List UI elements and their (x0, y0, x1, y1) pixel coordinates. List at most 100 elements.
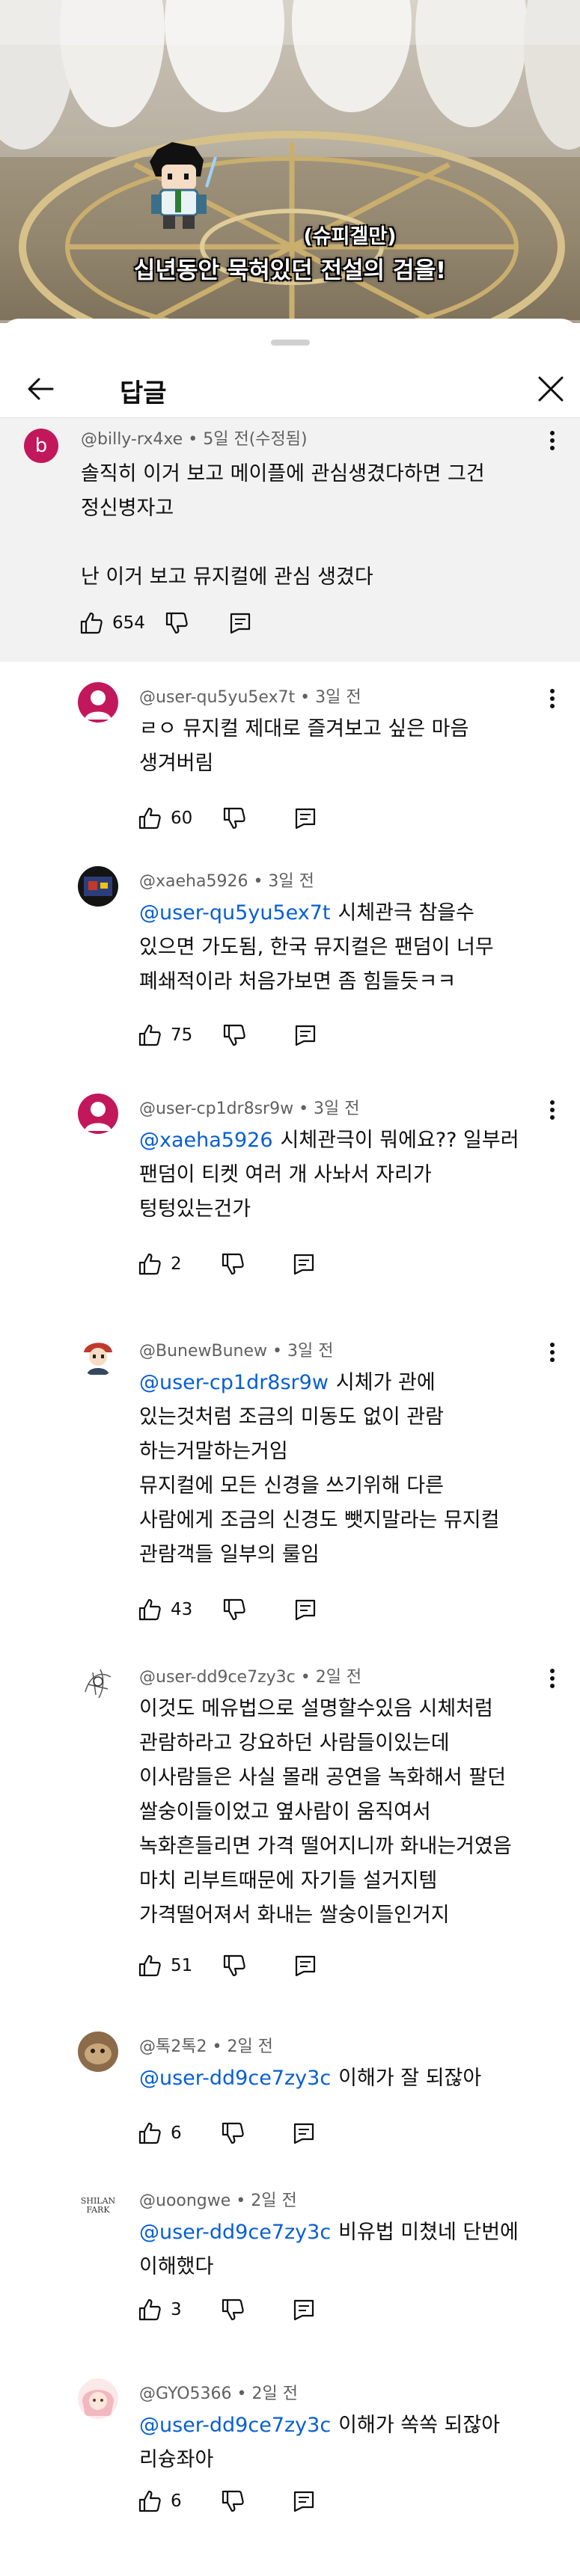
more-options-button[interactable] (539, 427, 566, 454)
avatar[interactable] (78, 1094, 118, 1134)
comment-author[interactable]: @uoongwe (139, 2192, 231, 2210)
reply-icon (296, 1025, 316, 1046)
thumbs-down-icon (222, 2122, 244, 2144)
back-button[interactable] (22, 371, 58, 407)
avatar[interactable] (78, 682, 118, 723)
reply-button[interactable] (294, 1020, 317, 1050)
comment-author[interactable]: @user-dd9ce7zy3c (139, 1668, 296, 1687)
comment-meta: @uoongwe • 2일 전 (139, 2192, 297, 2210)
dislike-button[interactable] (221, 2486, 245, 2516)
comment-author[interactable]: @BunewBunew (139, 1342, 267, 1361)
comment-line: 생겨버림 (139, 752, 214, 775)
comment-meta: @billy-rx4xe • 5일 전(수정됨) (81, 426, 308, 450)
mention-link[interactable]: @user-dd9ce7zy3c (139, 2067, 331, 2090)
dislike-button[interactable] (222, 1595, 246, 1625)
avatar[interactable] (78, 1662, 118, 1702)
avatar[interactable]: b (24, 429, 58, 463)
reply-button[interactable] (229, 608, 251, 638)
comment-line: 쌀숭이들이었고 옆사람이 움직여서 (139, 1800, 431, 1824)
avatar[interactable] (78, 866, 118, 907)
like-button[interactable]: 43 (138, 1595, 192, 1625)
comment-line: 마치 리부트때문에 자기들 설거지템 (139, 1869, 438, 1892)
video-player[interactable]: (슈피겔만) 십년동안 묵혀있던 전설의 검을! (0, 0, 580, 323)
reply-button[interactable] (294, 1595, 317, 1625)
like-button[interactable]: 3 (138, 2295, 182, 2325)
comment-line: @xaeha5926 시체관극이 뭐에요?? 일부러 (139, 1123, 549, 1158)
like-count: 75 (171, 1025, 193, 1045)
reply-button[interactable] (293, 1249, 315, 1279)
comment-author[interactable]: @user-cp1dr8sr9w (139, 1100, 293, 1118)
comment-line: @user-dd9ce7zy3c 이해가 잘 되잖아 (139, 2061, 549, 2096)
comment-line: 관람하라고 강요하던 사람들이있는데 (139, 1732, 450, 1755)
more-options-button[interactable] (539, 1097, 566, 1123)
avatar[interactable]: SHILAN FARK (78, 2186, 118, 2226)
comment-line: 이해했다 (139, 2255, 214, 2278)
more-options-button[interactable] (539, 1665, 566, 1692)
comment-author[interactable]: @GYO5366 (139, 2385, 232, 2403)
comment-time: 2일 전 (251, 2192, 297, 2210)
comment-meta: @user-cp1dr8sr9w • 3일 전 (139, 1100, 360, 1118)
comment-author[interactable]: @xaeha5926 (139, 872, 248, 891)
comment-actions: 3 (138, 2295, 315, 2325)
dislike-button[interactable] (222, 1951, 246, 1981)
comment-line: 폐쇄적이라 처음가보면 좀 힘들듯ㅋㅋ (139, 970, 457, 993)
comment-line: 있으면 가도됨, 한국 뮤지컬은 팬덤이 너무 (139, 936, 494, 959)
reply-icon (296, 1599, 316, 1621)
comment-author[interactable]: @톡2톡2 (139, 2037, 207, 2056)
comment-time: 2일 전 (315, 1668, 362, 1687)
reply-button[interactable] (294, 803, 317, 833)
reply-button[interactable] (293, 2118, 315, 2148)
avatar[interactable] (78, 1336, 118, 1376)
dislike-button[interactable] (221, 2118, 245, 2148)
mention-link[interactable]: @xaeha5926 (139, 1129, 273, 1152)
reply-button[interactable] (293, 2295, 315, 2325)
like-button[interactable]: 75 (138, 1020, 192, 1050)
dislike-button[interactable] (221, 2295, 245, 2325)
like-button[interactable]: 6 (138, 2486, 182, 2516)
more-options-button[interactable] (539, 685, 566, 712)
like-button[interactable]: 51 (138, 1951, 192, 1981)
dislike-button[interactable] (222, 1020, 246, 1050)
comment-line: 솔직히 이거 보고 메이플에 관심생겼다하면 그건 (81, 462, 485, 485)
close-button[interactable] (533, 371, 569, 407)
default-avatar-icon (78, 1094, 118, 1134)
thumbs-down-icon (224, 1598, 245, 1621)
like-count: 3 (171, 2300, 182, 2319)
avatar[interactable] (78, 2379, 118, 2419)
like-button[interactable]: 2 (138, 1249, 182, 1279)
reply-icon (296, 1955, 316, 1977)
dislike-button[interactable] (221, 1249, 245, 1279)
like-button[interactable]: 654 (79, 608, 145, 638)
sketch-avatar-icon (78, 1662, 118, 1702)
more-options-button[interactable] (539, 1339, 566, 1366)
reply-comment: @xaeha5926 • 3일 전 @user-qu5yu5ex7t 시체관극 참… (0, 866, 580, 1080)
mention-link[interactable]: @user-dd9ce7zy3c (139, 2414, 331, 2437)
reply-icon (293, 2123, 314, 2144)
mention-link[interactable]: @user-dd9ce7zy3c (139, 2221, 331, 2244)
comment-line: 관람객들 일부의 룰임 (139, 1543, 320, 1566)
like-button[interactable]: 60 (138, 803, 192, 833)
avatar[interactable] (78, 2031, 118, 2072)
dislike-button[interactable] (222, 803, 246, 833)
comment-line: 이것도 메유법으로 설명할수있음 시체처럼 (139, 1697, 493, 1720)
comment-author[interactable]: @user-qu5yu5ex7t (139, 688, 295, 707)
drag-handle[interactable] (271, 340, 310, 346)
comment-line: 가격떨어져서 화내는 쌀숭이들인거지 (139, 1904, 450, 1927)
reply-icon (293, 2299, 314, 2321)
comment-line: @user-cp1dr8sr9w 시체가 관에 (139, 1366, 549, 1400)
reply-button[interactable] (294, 1951, 317, 1981)
comment-meta: @GYO5366 • 2일 전 (139, 2385, 298, 2403)
mention-link[interactable]: @user-qu5yu5ex7t (139, 901, 331, 924)
like-button[interactable]: 6 (138, 2118, 182, 2148)
back-arrow-icon (28, 378, 54, 400)
comment-meta: @user-qu5yu5ex7t • 3일 전 (139, 688, 361, 707)
comment-meta: @BunewBunew • 3일 전 (139, 1342, 334, 1361)
comment-body: @user-dd9ce7zy3c 이해가 쏙쏙 되잖아 리슝좌아 (139, 2408, 549, 2477)
dislike-button[interactable] (165, 608, 189, 638)
comment-time: 3일 전 (315, 688, 361, 707)
mention-link[interactable]: @user-cp1dr8sr9w (139, 1371, 329, 1394)
reply-icon (296, 808, 316, 829)
comment-author[interactable]: @billy-rx4xe (81, 430, 183, 449)
reply-button[interactable] (293, 2486, 315, 2516)
avatar-text: SHILAN FARK (80, 2196, 116, 2215)
